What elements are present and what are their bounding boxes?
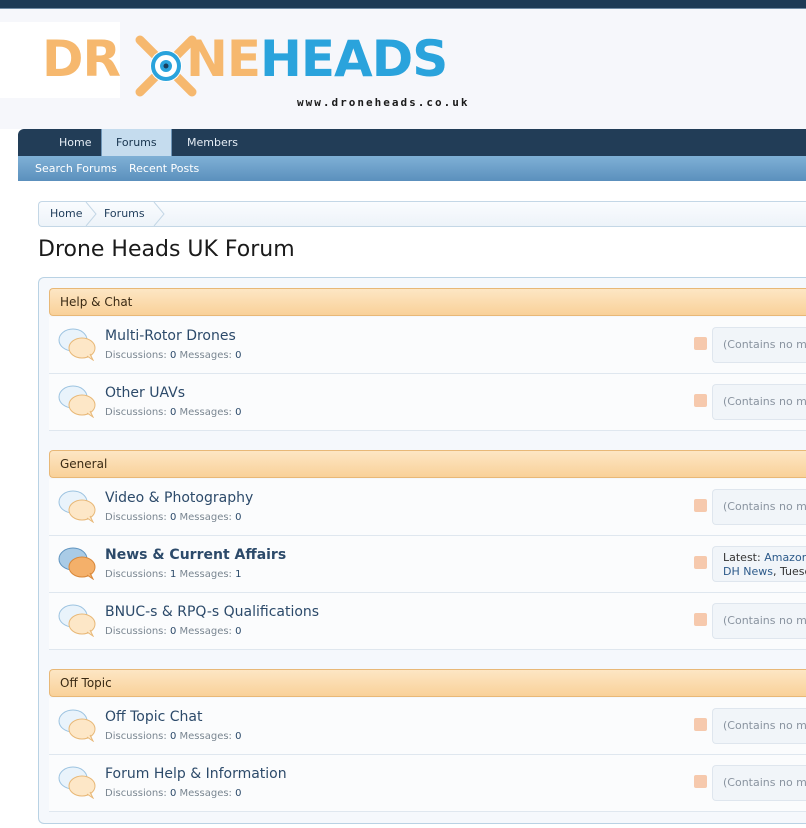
forum-title[interactable]: Video & Photography <box>105 490 253 506</box>
forum-row: Video & Photography Discussions: 0 Messa… <box>49 479 806 536</box>
last-post: (Contains no mes <box>712 327 806 363</box>
sub-nav: Search Forums Recent Posts <box>18 156 806 181</box>
last-post: (Contains no mes <box>712 384 806 420</box>
breadcrumb: Home Forums <box>38 201 806 227</box>
forum-read-icon <box>58 709 96 742</box>
logo-text-heads: HEADS <box>260 30 448 88</box>
category-header[interactable]: General <box>49 450 806 478</box>
category-title[interactable]: General <box>60 451 107 477</box>
sub-nav-recent-posts[interactable]: Recent Posts <box>129 156 199 181</box>
forum-read-icon <box>58 766 96 799</box>
forum-unread-icon <box>58 547 96 580</box>
forum-title[interactable]: News & Current Affairs <box>105 547 286 563</box>
forum-row: News & Current Affairs Discussions: 1 Me… <box>49 536 806 593</box>
rss-icon[interactable] <box>694 775 707 788</box>
forum-read-icon <box>58 328 96 361</box>
logo-text-dr: DR <box>42 30 121 88</box>
top-bar <box>0 0 806 9</box>
last-post: (Contains no mes <box>712 489 806 525</box>
forum-row: Other UAVs Discussions: 0 Messages: 0 (C… <box>49 374 806 431</box>
latest-user-link[interactable]: DH News <box>723 565 773 578</box>
tab-home[interactable]: Home <box>59 129 91 156</box>
forum-read-icon <box>58 385 96 418</box>
rss-icon[interactable] <box>694 337 707 350</box>
tab-members[interactable]: Members <box>187 129 238 156</box>
forum-stats: Discussions: 0 Messages: 0 <box>105 350 242 361</box>
latest-label: Latest: <box>723 551 761 564</box>
forum-stats: Discussions: 0 Messages: 0 <box>105 626 242 637</box>
forum-stats: Discussions: 0 Messages: 0 <box>105 407 242 418</box>
last-post: (Contains no mes <box>712 708 806 744</box>
site-logo[interactable]: DR NEHEADS <box>42 30 448 88</box>
drone-logo-icon <box>135 35 197 97</box>
forum-row: Off Topic Chat Discussions: 0 Messages: … <box>49 698 806 755</box>
last-post: (Contains no mes <box>712 765 806 801</box>
forum-row: Multi-Rotor Drones Discussions: 0 Messag… <box>49 317 806 374</box>
breadcrumb-forums[interactable]: Forums <box>104 202 145 226</box>
forum-title[interactable]: Other UAVs <box>105 385 185 401</box>
rss-icon[interactable] <box>694 556 707 569</box>
tab-forums[interactable]: Forums <box>101 129 172 156</box>
last-post: (Contains no mes <box>712 603 806 639</box>
last-post: Latest: Amazon's DH News, Tuesda <box>712 546 806 582</box>
rss-icon[interactable] <box>694 718 707 731</box>
forum-row: BNUC-s & RPQ-s Qualifications Discussion… <box>49 593 806 650</box>
forum-stats: Discussions: 0 Messages: 0 <box>105 731 242 742</box>
rss-icon[interactable] <box>694 394 707 407</box>
forum-read-icon <box>58 604 96 637</box>
breadcrumb-arrow-icon <box>153 202 165 226</box>
category-header[interactable]: Help & Chat <box>49 288 806 316</box>
forum-stats: Discussions: 0 Messages: 0 <box>105 788 242 799</box>
breadcrumb-home[interactable]: Home <box>50 202 82 226</box>
forum-read-icon <box>58 490 96 523</box>
forum-title[interactable]: BNUC-s & RPQ-s Qualifications <box>105 604 319 620</box>
page-title: Drone Heads UK Forum <box>38 237 295 262</box>
forum-stats: Discussions: 0 Messages: 0 <box>105 512 242 523</box>
forum-title[interactable]: Off Topic Chat <box>105 709 203 725</box>
latest-thread-link[interactable]: Amazon's <box>764 551 806 564</box>
rss-icon[interactable] <box>694 613 707 626</box>
category-title[interactable]: Help & Chat <box>60 289 132 315</box>
forum-stats: Discussions: 1 Messages: 1 <box>105 569 242 580</box>
category-header[interactable]: Off Topic <box>49 669 806 697</box>
rss-icon[interactable] <box>694 499 707 512</box>
latest-time: Tuesda <box>779 565 806 578</box>
forum-title[interactable]: Forum Help & Information <box>105 766 287 782</box>
breadcrumb-arrow-icon <box>85 202 97 226</box>
forum-row: Forum Help & Information Discussions: 0 … <box>49 755 806 812</box>
sub-nav-search-forums[interactable]: Search Forums <box>35 156 117 181</box>
logo-url: www.droneheads.co.uk <box>297 96 470 109</box>
forum-title[interactable]: Multi-Rotor Drones <box>105 328 236 344</box>
category-title[interactable]: Off Topic <box>60 670 112 696</box>
